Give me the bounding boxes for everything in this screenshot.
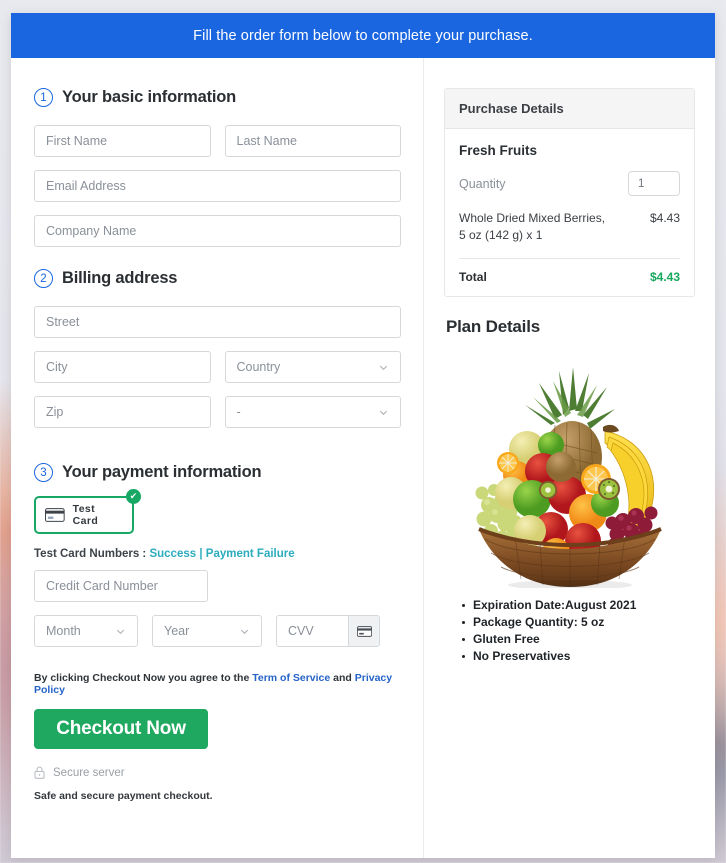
test-card-option-wrap: Test Card ✔ [34, 489, 141, 534]
chevron-down-icon [240, 629, 249, 634]
total-value: $4.43 [649, 269, 680, 284]
banner-text: Fill the order form below to complete yo… [193, 27, 533, 44]
check-circle-icon: ✔ [126, 489, 141, 504]
first-name-input[interactable]: First Name [34, 125, 211, 157]
country-select[interactable]: Country [224, 351, 401, 383]
city-input[interactable]: City [34, 351, 211, 383]
list-item: Gluten Free [462, 632, 695, 646]
chevron-down-icon [379, 410, 388, 415]
form-column: 1 Your basic information First Name Last… [11, 58, 424, 858]
secure-server-label: Secure server [53, 766, 125, 779]
section-header-payment: 3 Your payment information [34, 463, 401, 482]
fruit-basket-illustration [475, 366, 662, 588]
purchase-details-header: Purchase Details [445, 89, 694, 129]
test-card-numbers-line: Test Card Numbers : Success | Payment Fa… [34, 548, 401, 560]
credit-card-icon [356, 625, 372, 637]
purchase-details-body: Fresh Fruits Quantity 1 Whole Dried Mixe… [445, 129, 694, 296]
link-separator: | [199, 548, 203, 560]
zip-input[interactable]: Zip [34, 396, 211, 428]
content-columns: 1 Your basic information First Name Last… [11, 58, 715, 858]
terms-and: and [333, 672, 352, 684]
checkout-page: Fill the order form below to complete yo… [11, 13, 715, 858]
state-select-value: - [236, 405, 241, 419]
step-number-2: 2 [34, 269, 53, 288]
line-item-row: Whole Dried Mixed Berries, 5 oz (142 g) … [459, 210, 680, 259]
checkout-now-button[interactable]: Checkout Now [34, 709, 208, 749]
company-input[interactable]: Company Name [34, 215, 401, 247]
cvv-input[interactable]: CVV [277, 616, 348, 646]
cvv-group: CVV [276, 615, 380, 647]
test-card-numbers-label: Test Card Numbers : [34, 548, 147, 560]
test-card-label: Test Card [72, 503, 99, 527]
plan-details-list: Expiration Date:August 2021 Package Quan… [462, 598, 695, 663]
terms-prefix: By clicking Checkout Now you agree to th… [34, 672, 250, 684]
chevron-down-icon [379, 365, 388, 370]
quantity-row: Quantity 1 [459, 171, 680, 196]
email-input[interactable]: Email Address [34, 170, 401, 202]
section-title-billing: Billing address [62, 269, 178, 287]
expiry-year-select[interactable]: Year [152, 615, 262, 647]
quantity-label: Quantity [459, 176, 506, 191]
chevron-down-icon [116, 629, 125, 634]
section-header-billing: 2 Billing address [34, 269, 401, 288]
expiry-year-value: Year [164, 624, 190, 638]
expiry-cvv-row: Month Year CVV [34, 615, 401, 647]
line-item-price: $4.43 [649, 211, 680, 225]
step-number-3: 3 [34, 463, 53, 482]
test-card-option[interactable]: Test Card [34, 496, 134, 534]
list-item: Package Quantity: 5 oz [462, 615, 695, 629]
cvv-card-icon-button[interactable] [348, 616, 379, 646]
success-link[interactable]: Success [149, 548, 196, 560]
last-name-input[interactable]: Last Name [224, 125, 401, 157]
section-header-basic: 1 Your basic information [34, 88, 401, 107]
total-label: Total [459, 269, 487, 284]
top-banner: Fill the order form below to complete yo… [11, 13, 715, 58]
terms-of-service-link[interactable]: Term of Service [252, 672, 330, 684]
lock-icon [34, 766, 45, 779]
credit-card-number-input[interactable]: Credit Card Number [34, 570, 208, 602]
payment-failure-link[interactable]: Payment Failure [206, 548, 295, 560]
line-item-description: Whole Dried Mixed Berries, 5 oz (142 g) … [459, 211, 606, 243]
fruit-basket-photo [444, 343, 695, 588]
expiry-month-value: Month [46, 624, 81, 638]
credit-card-icon [45, 508, 65, 522]
plan-details-title: Plan Details [446, 316, 540, 336]
zip-state-row: Zip - [34, 396, 401, 441]
purchase-details-box: Purchase Details Fresh Fruits Quantity 1… [444, 88, 695, 297]
section-title-basic: Your basic information [62, 88, 237, 106]
list-item: No Preservatives [462, 649, 695, 663]
name-row: First Name Last Name [34, 125, 401, 170]
summary-column: Purchase Details Fresh Fruits Quantity 1… [424, 58, 715, 858]
section-title-payment: Your payment information [62, 463, 262, 481]
product-name: Fresh Fruits [459, 143, 538, 158]
state-select[interactable]: - [224, 396, 401, 428]
quantity-input[interactable]: 1 [628, 171, 680, 196]
safe-checkout-note: Safe and secure payment checkout. [34, 790, 213, 802]
list-item: Expiration Date:August 2021 [462, 598, 695, 612]
terms-text: By clicking Checkout Now you agree to th… [34, 672, 401, 696]
city-country-row: City Country [34, 351, 401, 396]
country-select-value: Country [236, 360, 281, 374]
street-input[interactable]: Street [34, 306, 401, 338]
secure-server-row: Secure server [34, 766, 401, 779]
total-row: Total $4.43 [459, 259, 680, 284]
step-number-1: 1 [34, 88, 53, 107]
expiry-month-select[interactable]: Month [34, 615, 138, 647]
